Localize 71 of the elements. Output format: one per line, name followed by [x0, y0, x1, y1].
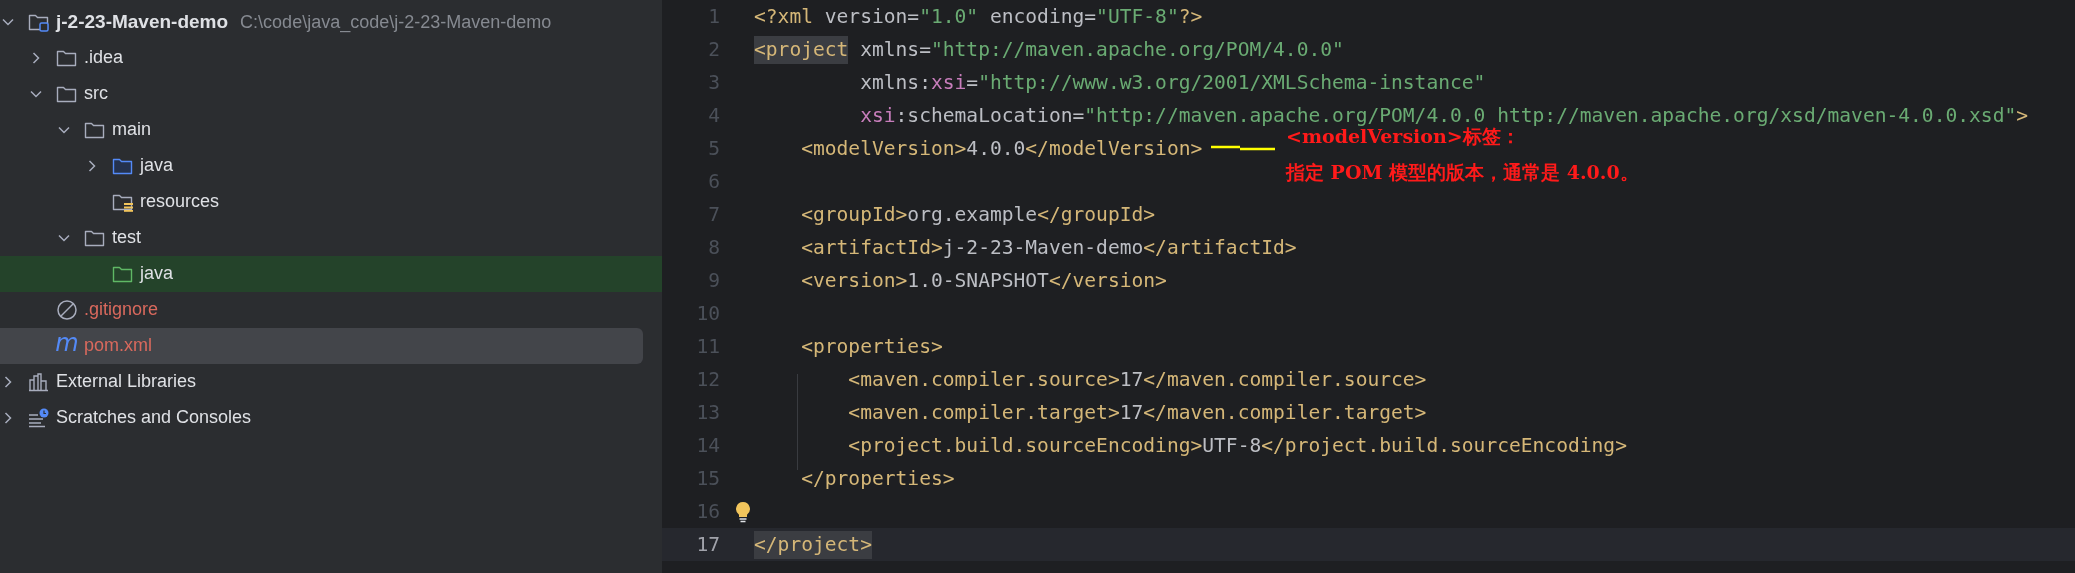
code-token: ?> [1178, 3, 1203, 30]
folder-icon [112, 192, 134, 212]
folder-icon [112, 156, 134, 176]
tree-item-label[interactable]: Scratches and Consoles [56, 407, 252, 429]
tree-item-label[interactable]: java [140, 155, 174, 177]
scratches-icon [28, 408, 50, 428]
highlighted-tree-row[interactable]: java [0, 256, 662, 292]
tree-item-label[interactable]: resources [140, 191, 220, 213]
tree-item-label[interactable]: java [140, 263, 174, 285]
project-folder-icon [28, 12, 50, 32]
tree-item-label[interactable]: main [112, 119, 151, 141]
code-token: encoding= [988, 3, 1097, 30]
annotation-text: <modelVersion>标签： [1286, 125, 1520, 149]
tree-item-label[interactable]: .gitignore [84, 299, 159, 321]
code-token: </properties> [800, 465, 955, 492]
code-token: "UTF-8" [1096, 3, 1179, 30]
code-token: </project.build.sourceEncoding> [1261, 432, 1627, 459]
code-token: = [966, 69, 979, 96]
code-token: "http://maven.apache.org/POM/4.0.0 http://maven.apache.org/xsd/maven-4.0.0.xsd" [1084, 102, 2017, 127]
tree-item-label[interactable]: .idea [84, 47, 124, 69]
folder-icon [56, 48, 78, 68]
lightbulb-icon[interactable] [735, 500, 751, 523]
code-token: "http://www.w3.org/2001/XMLSchema-instance" [978, 69, 1486, 96]
code-token: <properties> [800, 333, 943, 360]
code-token: "1.0" [919, 3, 979, 30]
tree-item-label[interactable]: src [84, 83, 108, 105]
code-token: </maven.compiler.source> [1143, 366, 1427, 393]
tree-item-label[interactable]: test [112, 227, 141, 249]
code-token: <modelVersion> [800, 135, 967, 162]
code-token: org.example [907, 201, 1038, 228]
code-token: </project> [754, 530, 872, 559]
code-token: 17 [1119, 366, 1144, 393]
code-token: </groupId> [1037, 201, 1156, 228]
code-token: xsi [930, 69, 967, 96]
folder-icon [84, 228, 106, 248]
code-token: <maven.compiler.source> [847, 366, 1120, 393]
folder-icon [84, 120, 106, 140]
code-token: > [2016, 102, 2029, 129]
code-token: :schemaLocation= [895, 102, 1085, 129]
code-token: </maven.compiler.target> [1143, 399, 1427, 426]
code-token: </artifactId> [1143, 234, 1297, 261]
code-token: xmlns: [859, 69, 931, 96]
blocked-circle-icon [56, 299, 78, 321]
tree-item-label[interactable]: j-2-23-Maven-demo [56, 10, 229, 34]
tree-item-label[interactable]: External Libraries [56, 371, 197, 393]
code-token: 4.0.0 [966, 135, 1026, 162]
code-token: xmlns= [859, 36, 931, 63]
code-token: <groupId> [800, 201, 908, 228]
maven-icon: m [55, 331, 79, 355]
code-token: <version> [800, 267, 908, 294]
annotation-text: 指定 POM 模型的版本，通常是 4.0.0。 [1286, 160, 1639, 185]
code-token: <artifactId> [800, 234, 943, 261]
code-token: "http://maven.apache.org/POM/4.0.0" [930, 36, 1344, 63]
code-token: xsi [859, 102, 896, 129]
code-token: 1.0-SNAPSHOT [907, 267, 1049, 294]
code-token: <?xml [754, 3, 813, 30]
code-token: <project.build.sourceEncoding> [847, 432, 1203, 459]
code-token: <project [754, 35, 849, 64]
leader-line [1211, 145, 1275, 151]
code-token: UTF-8 [1202, 432, 1262, 459]
folder-icon [56, 84, 78, 104]
library-icon [28, 372, 50, 392]
code-token: </version> [1048, 267, 1167, 294]
line-number: 17 [695, 533, 720, 556]
code-token: <maven.compiler.target> [847, 399, 1120, 426]
code-token: 17 [1119, 399, 1144, 426]
code-token: version= [823, 3, 920, 30]
project-path: C:\code\java_code\j-2-23-Maven-demo [240, 11, 552, 33]
code-token: </modelVersion> [1025, 135, 1203, 162]
folder-icon [112, 264, 134, 284]
code-token: j-2-23-Maven-demo [942, 234, 1144, 261]
